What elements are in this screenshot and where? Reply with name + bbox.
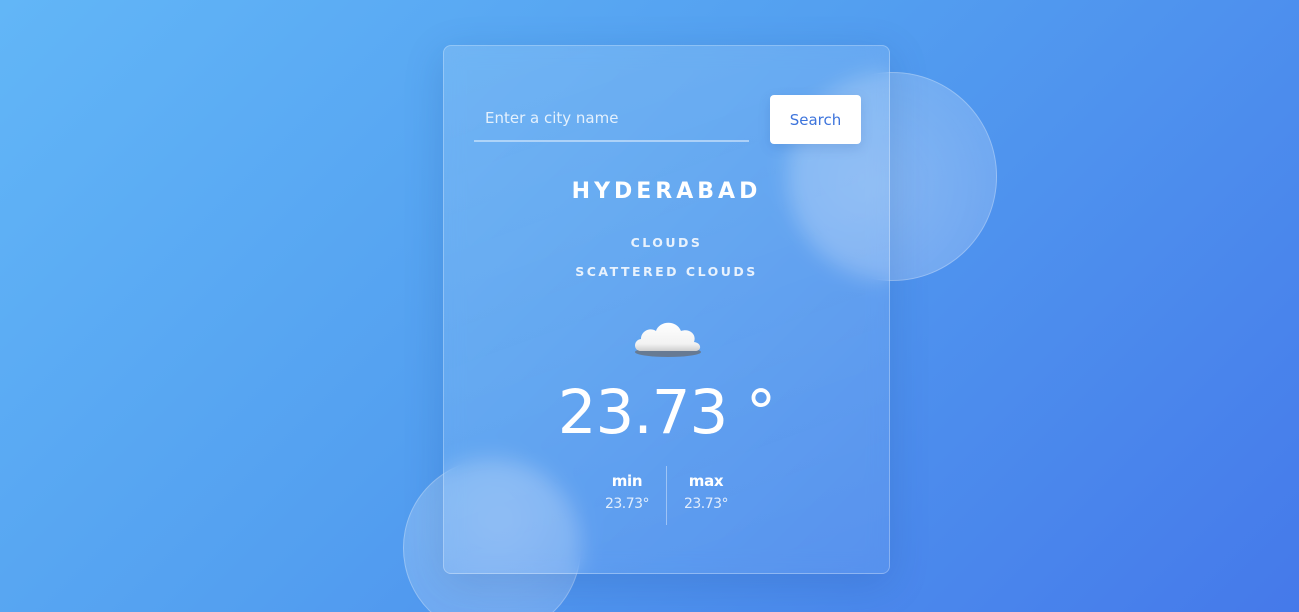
temperature: 23.73 °: [557, 377, 777, 448]
max-value: 23.73°: [683, 496, 729, 512]
min-temp-group: min 23.73°: [582, 472, 672, 512]
min-label: min: [611, 472, 643, 490]
weather-description: SCATTERED CLOUDS: [575, 264, 758, 279]
search-bar: Search: [474, 95, 861, 145]
max-temp-group: max 23.73°: [661, 472, 751, 512]
cloud-icon: [635, 322, 701, 357]
min-value: 23.73°: [604, 496, 650, 512]
weather-condition: CLOUDS: [630, 235, 703, 250]
city-search-input[interactable]: [474, 95, 749, 142]
weather-card: Search HYDERABAD CLOUDS SCATTERED CLOUDS…: [443, 45, 890, 574]
search-button[interactable]: Search: [770, 95, 861, 144]
min-max-panel: min 23.73° max 23.73°: [444, 466, 889, 526]
city-name: HYDERABAD: [571, 179, 762, 204]
max-label: max: [688, 472, 724, 490]
